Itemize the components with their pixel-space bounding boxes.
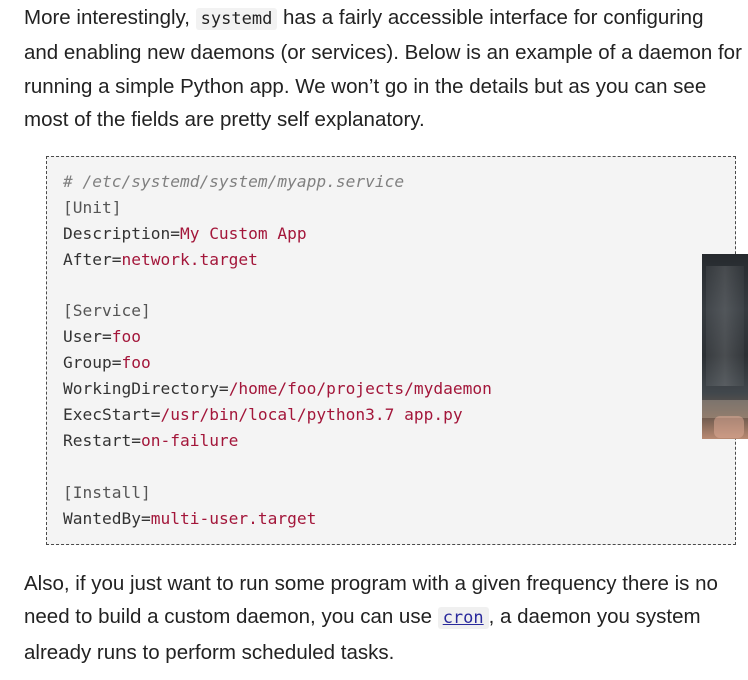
code-value: My Custom App xyxy=(179,223,307,243)
code-line-wantedby: WantedBy=multi-user.target xyxy=(63,506,735,532)
code-section-unit: [Unit] xyxy=(63,197,122,217)
code-key: WorkingDirectory= xyxy=(63,379,229,399)
code-value: multi-user.target xyxy=(150,508,317,528)
code-line-user: User=foo xyxy=(63,324,735,350)
outro-text: need to build a custom daemon, you can u… xyxy=(24,605,438,629)
code-value: on-failure xyxy=(140,430,239,450)
outro-line: Also, if you just want to run some progr… xyxy=(24,572,718,595)
code-value: foo xyxy=(121,353,151,373)
inline-code-systemd: systemd xyxy=(195,8,278,30)
code-line-group: Group=foo xyxy=(63,350,735,376)
intro-line: running a simple Python app. We won’t go… xyxy=(24,74,707,98)
code-key: ExecStart= xyxy=(63,405,161,425)
code-line-after: After=network.target xyxy=(63,247,735,273)
code-comment: # /etc/systemd/system/myapp.service xyxy=(63,172,405,191)
code-line-restart: Restart=on-failure xyxy=(63,428,735,454)
code-key: After= xyxy=(63,249,122,269)
thumbnail-detail xyxy=(706,266,744,386)
code-section-service: [Service] xyxy=(63,301,151,321)
intro-text: has a fairly accessible interface for co… xyxy=(277,6,704,29)
intro-line: and enabling new daemons (or services). … xyxy=(24,41,742,65)
code-value: /home/foo/projects/mydaemon xyxy=(228,379,492,399)
code-line-execstart: ExecStart=/usr/bin/local/python3.7 app.p… xyxy=(63,402,735,428)
code-key: Group= xyxy=(63,353,122,373)
code-value: /usr/bin/local/python3.7 app.py xyxy=(160,405,463,425)
code-line-workdir: WorkingDirectory=/home/foo/projects/myda… xyxy=(63,376,735,402)
thumbnail-detail xyxy=(714,416,744,438)
code-key: User= xyxy=(63,327,112,347)
code-value: network.target xyxy=(121,249,258,269)
code-section-install: [Install] xyxy=(63,482,151,502)
outro-line: already runs to perform scheduled tasks. xyxy=(24,640,395,664)
intro-line: More interestingly, systemd has a fairly… xyxy=(24,1,748,36)
outro-paragraph: Also, if you just want to run some progr… xyxy=(24,567,748,669)
code-key: WantedBy= xyxy=(63,508,151,528)
code-key: Restart= xyxy=(63,430,141,450)
code-key: Description= xyxy=(63,223,180,243)
video-thumbnail-image[interactable] xyxy=(702,254,748,439)
outro-text: , a daemon you system xyxy=(488,605,701,629)
cron-link[interactable]: cron xyxy=(437,607,489,630)
code-block-service-file: # /etc/systemd/system/myapp.service [Uni… xyxy=(46,156,736,545)
intro-paragraph: More interestingly, systemd has a fairly… xyxy=(24,1,748,136)
code-line-description: Description=My Custom App xyxy=(63,221,735,247)
intro-line: most of the fields are pretty self expla… xyxy=(24,107,425,131)
code-value: foo xyxy=(111,327,141,347)
outro-line: need to build a custom daemon, you can u… xyxy=(24,600,748,635)
intro-text: More interestingly, xyxy=(24,6,196,29)
